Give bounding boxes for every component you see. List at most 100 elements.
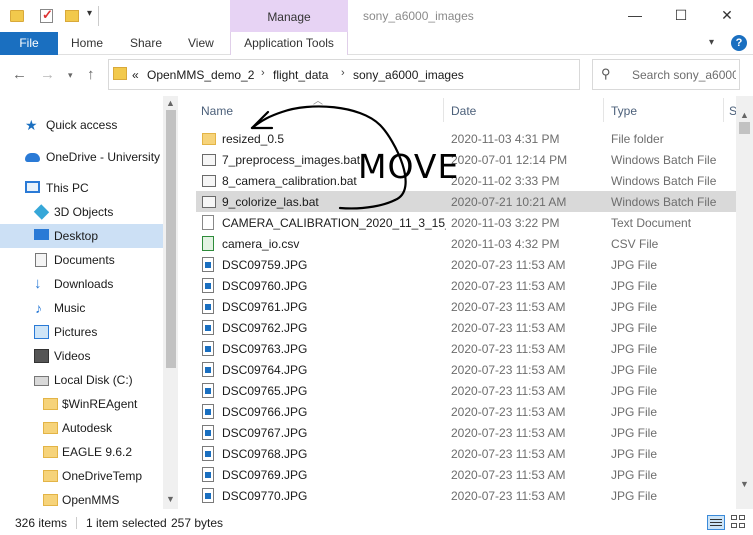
expand-ribbon-icon[interactable]: ▾ xyxy=(709,37,714,48)
column-date[interactable]: Date xyxy=(451,104,476,118)
file-type: JPG File xyxy=(611,447,658,461)
column-divider[interactable] xyxy=(723,98,724,122)
forward-arrow-icon[interactable]: → xyxy=(40,66,55,83)
scrollbar-thumb[interactable] xyxy=(166,110,176,368)
breadcrumb-item[interactable]: flight_data xyxy=(273,68,328,82)
file-row[interactable]: DSC09763.JPG 2020-07-23 11:53 AM JPG File xyxy=(196,338,736,359)
chevron-right-icon[interactable]: › xyxy=(341,67,345,79)
tab-share[interactable]: Share xyxy=(130,32,162,55)
up-arrow-icon[interactable]: ↑ xyxy=(87,66,95,83)
new-folder-icon[interactable] xyxy=(65,8,79,24)
file-row[interactable]: resized_0.5 2020-11-03 4:31 PM File folder xyxy=(196,128,736,149)
image-file-icon xyxy=(202,341,214,356)
file-row[interactable]: 9_colorize_las.bat 2020-07-21 10:21 AM Win… xyxy=(196,191,736,212)
sidebar-item-this-pc[interactable]: This PC xyxy=(0,176,163,200)
minimize-button[interactable]: — xyxy=(612,0,658,30)
sidebar-item-label: Documents xyxy=(54,253,115,267)
file-name: DSC09765.JPG xyxy=(222,384,308,398)
large-icons-view-icon[interactable] xyxy=(731,515,747,530)
file-date: 2020-07-23 11:53 AM xyxy=(451,447,566,461)
file-row[interactable]: DSC09769.JPG 2020-07-23 11:53 AM JPG File xyxy=(196,464,736,485)
tab-file[interactable]: File xyxy=(0,32,58,55)
file-row[interactable]: DSC09768.JPG 2020-07-23 11:53 AM JPG File xyxy=(196,443,736,464)
sidebar-item-3d-objects[interactable]: 3D Objects xyxy=(0,200,163,224)
file-row[interactable]: CAMERA_CALIBRATION_2020_11_3_15_... 2020-… xyxy=(196,212,736,233)
chevron-right-icon[interactable]: › xyxy=(261,67,265,79)
scroll-up-icon[interactable]: ▲ xyxy=(740,110,749,120)
file-type: JPG File xyxy=(611,405,658,419)
properties-icon[interactable]: ✓ xyxy=(40,8,54,24)
file-name: DSC09766.JPG xyxy=(222,405,308,419)
sidebar-item-pictures[interactable]: Pictures xyxy=(0,320,163,344)
sidebar-item-quick-access[interactable]: ★ Quick access xyxy=(0,113,163,137)
sidebar-item-autodesk[interactable]: Autodesk xyxy=(0,416,163,440)
customize-quick-access-icon[interactable]: ▾ xyxy=(87,8,92,19)
sidebar-item-winreagent[interactable]: $WinREAgent xyxy=(0,392,163,416)
scroll-down-icon[interactable]: ▼ xyxy=(166,494,175,504)
file-row[interactable]: DSC09762.JPG 2020-07-23 11:53 AM JPG File xyxy=(196,317,736,338)
sidebar-item-music[interactable]: ♪ Music xyxy=(0,296,163,320)
manage-contextual-tab[interactable]: Manage xyxy=(230,0,348,32)
sidebar-item-label: Music xyxy=(54,301,86,315)
sidebar-scrollbar[interactable]: ▲ ▼ xyxy=(163,96,178,509)
desktop-icon xyxy=(34,229,49,240)
sidebar-item-local-disk[interactable]: Local Disk (C:) xyxy=(0,368,163,392)
maximize-button[interactable]: ☐ xyxy=(658,0,704,30)
tab-application-tools[interactable]: Application Tools xyxy=(230,32,348,55)
file-row[interactable]: DSC09765.JPG 2020-07-23 11:53 AM JPG File xyxy=(196,380,736,401)
breadcrumb-item[interactable]: OpenMMS_demo_2 xyxy=(147,68,254,82)
file-row[interactable]: DSC09767.JPG 2020-07-23 11:53 AM JPG File xyxy=(196,422,736,443)
sidebar-item-onedrive[interactable]: OneDrive - University xyxy=(0,145,163,169)
column-divider[interactable] xyxy=(603,98,604,122)
scroll-down-icon[interactable]: ▼ xyxy=(740,479,749,489)
back-arrow-icon[interactable]: ← xyxy=(12,66,27,83)
close-button[interactable]: ✕ xyxy=(704,0,750,30)
column-divider[interactable] xyxy=(443,98,444,122)
folder-icon xyxy=(43,446,58,458)
folder-icon xyxy=(113,67,127,80)
sidebar-item-eagle[interactable]: EAGLE 9.6.2 xyxy=(0,440,163,464)
address-bar[interactable]: « OpenMMS_demo_2 › flight_data › sony_a6… xyxy=(108,59,674,90)
sidebar-item-onedrivetemp[interactable]: OneDriveTemp xyxy=(0,464,163,488)
batch-file-icon xyxy=(202,154,216,166)
search-input[interactable]: ⚲ Search sony_a6000_images xyxy=(592,59,740,90)
file-row[interactable]: 8_camera_calibration.bat 2020-11-02 3:33 … xyxy=(196,170,736,191)
file-type: JPG File xyxy=(611,363,658,377)
details-view-icon[interactable] xyxy=(707,515,725,530)
file-row[interactable]: DSC09760.JPG 2020-07-23 11:53 AM JPG File xyxy=(196,275,736,296)
image-file-icon xyxy=(202,299,214,314)
sidebar-item-label: OpenMMS xyxy=(62,493,120,507)
scrollbar-thumb[interactable] xyxy=(739,122,750,134)
file-row[interactable]: DSC09761.JPG 2020-07-23 11:53 AM JPG File xyxy=(196,296,736,317)
breadcrumb-overflow[interactable]: « xyxy=(132,68,139,82)
folder-icon[interactable] xyxy=(10,8,24,24)
file-type: Windows Batch File xyxy=(611,153,717,167)
column-type[interactable]: Type xyxy=(611,104,637,118)
file-row[interactable]: camera_io.csv 2020-11-03 4:32 PM CSV File xyxy=(196,233,736,254)
file-row[interactable]: DSC09770.JPG 2020-07-23 11:53 AM JPG File xyxy=(196,485,736,506)
file-row[interactable]: 7_preprocess_images.bat 2020-07-01 12:14 … xyxy=(196,149,736,170)
file-name: CAMERA_CALIBRATION_2020_11_3_15_... xyxy=(222,216,446,230)
file-type: JPG File xyxy=(611,468,658,482)
sidebar-item-videos[interactable]: Videos xyxy=(0,344,163,368)
title-bar: ✓ ▾ Manage sony_a6000_images — ☐ ✕ xyxy=(0,0,753,32)
file-name: DSC09764.JPG xyxy=(222,363,308,377)
column-name[interactable]: Name xyxy=(201,104,233,118)
file-row[interactable]: DSC09766.JPG 2020-07-23 11:53 AM JPG File xyxy=(196,401,736,422)
tab-view[interactable]: View xyxy=(188,32,214,55)
sidebar-item-downloads[interactable]: ↓ Downloads xyxy=(0,272,163,296)
file-row[interactable]: DSC09764.JPG 2020-07-23 11:53 AM JPG File xyxy=(196,359,736,380)
help-icon[interactable]: ? xyxy=(731,35,747,51)
sidebar-item-label: Autodesk xyxy=(62,421,113,435)
file-list-scrollbar[interactable]: ▲ ▼ xyxy=(736,96,753,509)
recent-locations-icon[interactable]: ▾ xyxy=(68,70,73,81)
tab-home[interactable]: Home xyxy=(71,32,103,55)
breadcrumb-item[interactable]: sony_a6000_images xyxy=(353,68,464,82)
file-date: 2020-07-23 11:53 AM xyxy=(451,363,566,377)
sidebar-item-desktop[interactable]: Desktop xyxy=(0,224,163,248)
file-row[interactable]: DSC09759.JPG 2020-07-23 11:53 AM JPG File xyxy=(196,254,736,275)
sidebar-item-documents[interactable]: Documents xyxy=(0,248,163,272)
image-file-icon xyxy=(202,383,214,398)
scroll-up-icon[interactable]: ▲ xyxy=(166,98,175,108)
sidebar-item-openmms[interactable]: OpenMMS xyxy=(0,488,163,509)
